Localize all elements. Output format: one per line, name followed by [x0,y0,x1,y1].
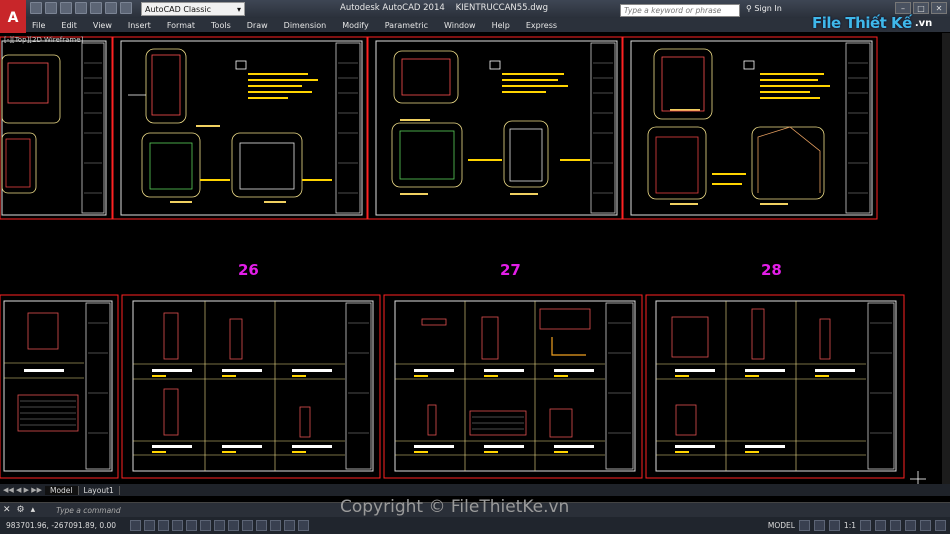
sheet-number-28: 28 [761,261,782,279]
sheet-number-26: 26 [238,261,259,279]
menu-modify[interactable]: Modify [334,21,377,30]
3d-object-snap-icon[interactable] [200,520,211,531]
close-icon[interactable]: ✕ [0,505,14,515]
menu-express[interactable]: Express [518,21,565,30]
workspace-select[interactable]: AutoCAD Classic ▾ [141,2,245,16]
quick-access-toolbar [30,2,132,14]
model-space-drawing [0,36,926,484]
menu-insert[interactable]: Insert [120,21,159,30]
status-right: MODEL 1:1 [768,520,946,531]
workspace-switching-icon[interactable] [875,520,886,531]
grid-display-icon[interactable] [144,520,155,531]
file-name: KIENTRUCCAN55.dwg [455,3,549,13]
title-bar: AutoCAD Classic ▾ Autodesk AutoCAD 2014 … [0,0,950,18]
quick-view-drawings-icon[interactable] [813,520,825,531]
minimize-icon[interactable]: – [895,2,911,14]
window-title: Autodesk AutoCAD 2014 KIENTRUCCAN55.dwg [340,3,548,13]
undo-icon[interactable] [105,2,117,14]
drafting-settings [130,520,309,531]
annotation-visibility-icon[interactable] [860,520,871,531]
quick-properties-icon[interactable] [284,520,295,531]
frame-bottom-4 [645,294,905,479]
filethietke-logo: File Thiết Kế .vn [812,14,932,32]
workspace-value: AutoCAD Classic [145,4,212,14]
tab-nav-arrows[interactable]: ◀◀ ◀ ▶ ▶▶ [0,486,45,494]
frame-top-3 [367,36,623,220]
quick-view-layouts-icon[interactable] [798,520,810,531]
hardware-acceleration-icon[interactable] [905,520,916,531]
window-controls: – □ ✕ [895,2,947,14]
polar-tracking-icon[interactable] [172,520,183,531]
transparency-icon[interactable] [270,520,281,531]
vertical-scrollbar[interactable] [942,33,950,484]
selection-cycling-icon[interactable] [298,520,309,531]
frame-top-2 [112,36,368,220]
command-input[interactable]: Type a command [38,506,121,515]
menu-view[interactable]: View [85,21,120,30]
frame-top-4 [622,36,878,220]
maximize-icon[interactable]: □ [913,2,929,14]
close-icon[interactable]: ✕ [931,2,947,14]
object-snap-icon[interactable] [186,520,197,531]
layout-tab-bar: ◀◀ ◀ ▶ ▶▶ Model Layout1 [0,484,950,496]
object-snap-tracking-icon[interactable] [214,520,225,531]
frame-bottom-3 [383,294,643,479]
logo-suffix: .vn [914,17,933,29]
chevron-down-icon: ▾ [236,4,241,14]
save-icon[interactable] [60,2,72,14]
sign-in-label: Sign In [754,4,782,13]
copyright-watermark: Copyright © FileThietKe.vn [340,497,570,517]
tab-model[interactable]: Model [44,485,79,495]
annotation-scale-value[interactable]: 1:1 [844,521,856,530]
menu-window[interactable]: Window [436,21,484,30]
logo-brand: File Thiết Kế [812,14,912,32]
viewport-label[interactable]: [-][Top][2D Wireframe] [4,36,83,44]
frame-top-1 [0,36,113,220]
drawing-canvas[interactable]: [-][Top][2D Wireframe] 26 27 28 [0,33,942,484]
lock-icon[interactable] [890,520,901,531]
redo-icon[interactable] [120,2,132,14]
menu-parametric[interactable]: Parametric [377,21,436,30]
application-button[interactable]: A [0,0,26,36]
open-icon[interactable] [45,2,57,14]
model-space-toggle[interactable]: MODEL [768,521,795,530]
annotation-scale-icon[interactable] [828,520,840,531]
app-name: Autodesk AutoCAD 2014 [340,3,445,13]
chevron-up-icon[interactable]: ▴ [28,505,39,515]
isolate-objects-icon[interactable] [920,520,931,531]
save-as-icon[interactable] [75,2,87,14]
menu-help[interactable]: Help [484,21,518,30]
user-icon: ⚲ [746,4,752,13]
plot-icon[interactable] [90,2,102,14]
wrench-icon[interactable]: ⚙ [14,505,28,515]
snap-mode-icon[interactable] [130,520,141,531]
clean-screen-icon[interactable] [935,520,946,531]
lineweight-icon[interactable] [256,520,267,531]
menu-dimension[interactable]: Dimension [276,21,335,30]
menu-file[interactable]: File [26,21,53,30]
new-icon[interactable] [30,2,42,14]
dynamic-ucs-icon[interactable] [228,520,239,531]
frame-bottom-1 [0,294,119,479]
sign-in-link[interactable]: ⚲ Sign In [746,4,782,13]
ortho-mode-icon[interactable] [158,520,169,531]
menu-tools[interactable]: Tools [203,21,239,30]
tab-layout1[interactable]: Layout1 [79,485,120,495]
status-bar: 983701.96, -267091.89, 0.00 MODEL 1:1 [0,517,950,534]
sheet-number-27: 27 [500,261,521,279]
menu-format[interactable]: Format [159,21,203,30]
dynamic-input-icon[interactable] [242,520,253,531]
menu-edit[interactable]: Edit [53,21,85,30]
frame-bottom-2 [121,294,381,479]
search-input[interactable]: Type a keyword or phrase [620,4,740,17]
menu-draw[interactable]: Draw [239,21,276,30]
coordinate-readout: 983701.96, -267091.89, 0.00 [6,521,117,530]
